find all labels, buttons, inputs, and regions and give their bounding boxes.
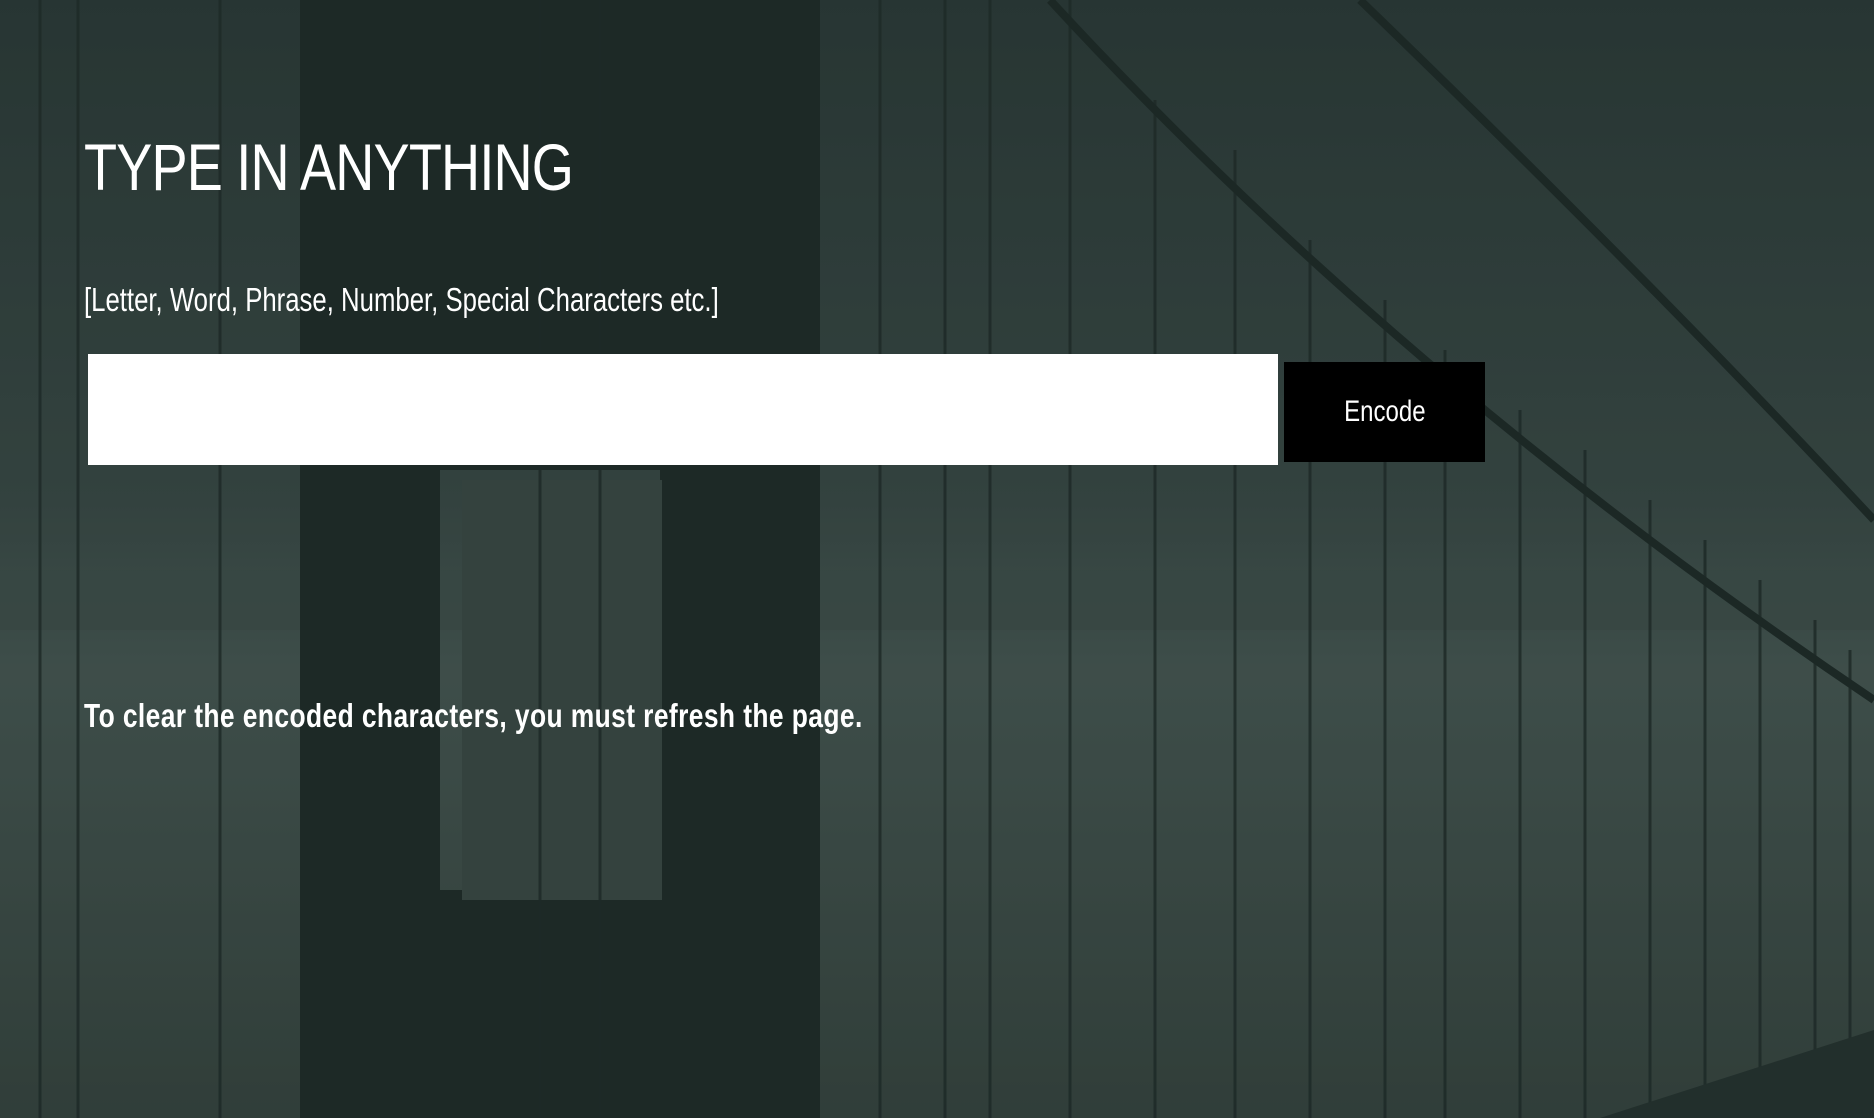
page-title: TYPE IN ANYTHING — [84, 130, 574, 204]
encode-button[interactable]: Encode — [1284, 362, 1485, 462]
input-hint: [Letter, Word, Phrase, Number, Special C… — [84, 281, 719, 318]
main-content: TYPE IN ANYTHING [Letter, Word, Phrase, … — [0, 0, 1874, 1118]
refresh-note: To clear the encoded characters, you mus… — [84, 697, 863, 734]
encode-button-label: Encode — [1343, 395, 1426, 428]
encode-text-input[interactable] — [88, 354, 1278, 465]
